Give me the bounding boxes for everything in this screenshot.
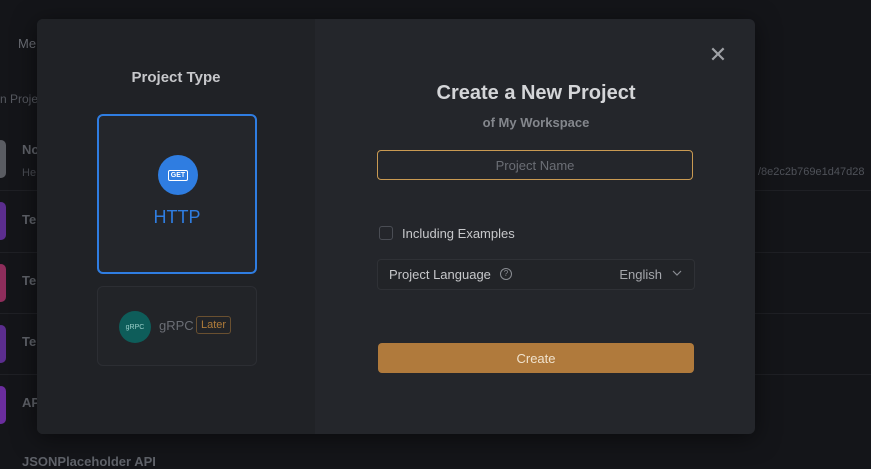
modal-subtitle: of My Workspace bbox=[482, 115, 590, 130]
bg-hash-text: /8e2c2b769e1d47d28 bbox=[758, 166, 865, 178]
project-name-input[interactable] bbox=[377, 150, 693, 180]
including-examples-checkbox[interactable] bbox=[379, 226, 393, 240]
chevron-down-icon bbox=[672, 270, 682, 276]
project-icon bbox=[0, 264, 6, 302]
project-language-label: Project Language bbox=[389, 267, 491, 282]
get-badge-text: GET bbox=[167, 169, 189, 181]
help-icon[interactable]: ? bbox=[500, 268, 512, 280]
project-icon bbox=[0, 386, 6, 424]
project-language-select[interactable]: Project Language ? English bbox=[377, 259, 695, 290]
bg-bottom-title: JSONPlaceholder API bbox=[22, 454, 156, 469]
close-icon[interactable]: ✕ bbox=[708, 44, 728, 66]
bg-row-title: Te bbox=[22, 334, 37, 349]
project-icon bbox=[0, 202, 6, 240]
project-language-value: English bbox=[619, 267, 662, 282]
get-method-icon: GET bbox=[158, 155, 198, 195]
including-examples-option[interactable]: Including Examples bbox=[379, 224, 515, 242]
grpc-label: gRPC bbox=[159, 318, 194, 333]
bg-row-title: Te bbox=[22, 273, 37, 288]
http-type-card[interactable]: GET HTTP bbox=[97, 114, 257, 274]
including-examples-label: Including Examples bbox=[402, 225, 515, 241]
project-type-heading: Project Type bbox=[131, 69, 221, 86]
grpc-type-card[interactable]: gRPC gRPC Later bbox=[97, 286, 257, 366]
later-badge: Later bbox=[196, 316, 232, 334]
project-type-pane: Project Type GET HTTP gRPC gRPC Later bbox=[37, 19, 315, 434]
project-icon bbox=[0, 325, 6, 363]
project-icon bbox=[0, 140, 6, 178]
http-label: HTTP bbox=[153, 207, 201, 227]
grpc-icon-text: gRPC bbox=[125, 323, 145, 331]
grpc-icon: gRPC bbox=[119, 311, 151, 343]
bg-search-text: n Proje bbox=[0, 92, 39, 106]
create-project-modal: Project Type GET HTTP gRPC gRPC Later ✕ … bbox=[37, 19, 755, 434]
create-button[interactable]: Create bbox=[378, 343, 694, 373]
bg-row-title: Te bbox=[22, 212, 37, 227]
bg-tab: Me bbox=[18, 36, 37, 51]
bg-row-sub: He bbox=[22, 167, 37, 179]
modal-title: Create a New Project bbox=[436, 82, 636, 104]
